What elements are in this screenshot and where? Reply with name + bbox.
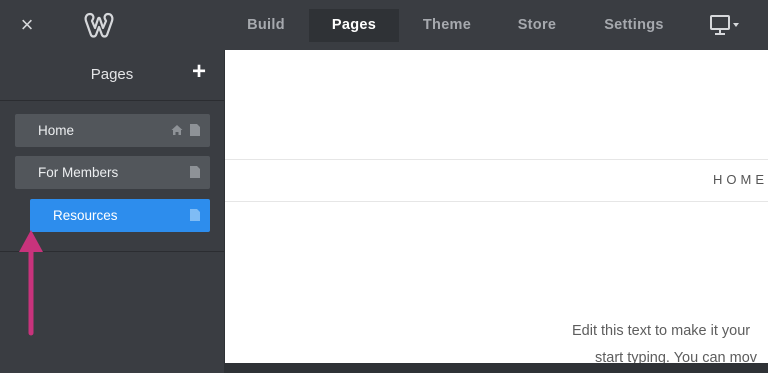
page-icon	[190, 209, 200, 221]
sidebar-divider	[0, 100, 224, 101]
header-divider	[225, 159, 768, 160]
weebly-logo-icon[interactable]	[84, 11, 114, 39]
annotation-arrow-icon	[19, 230, 43, 336]
page-item-label: For Members	[38, 165, 119, 180]
canvas-bottom-edge	[225, 363, 768, 373]
body-text-line[interactable]: Edit this text to make it your	[572, 323, 750, 339]
page-canvas[interactable]: HOME Edit this text to make it your star…	[225, 50, 768, 364]
tab-settings[interactable]: Settings	[594, 9, 674, 42]
monitor-dropdown-icon[interactable]	[708, 13, 744, 37]
page-item-resources[interactable]: Resources	[30, 199, 210, 232]
add-page-button[interactable]: +	[187, 60, 211, 84]
page-item-for-members[interactable]: For Members	[15, 156, 210, 189]
tab-theme[interactable]: Theme	[412, 9, 482, 42]
body-text-line[interactable]: start typing. You can mov	[595, 350, 757, 364]
home-icon	[171, 125, 183, 135]
tab-build[interactable]: Build	[236, 9, 296, 42]
page-item-home[interactable]: Home	[15, 114, 210, 147]
site-nav-home-link[interactable]: HOME	[713, 172, 768, 187]
page-item-label: Resources	[53, 208, 118, 223]
nav-divider	[225, 201, 768, 202]
tab-pages[interactable]: Pages	[309, 9, 399, 42]
page-item-label: Home	[38, 123, 75, 138]
page-icon	[190, 166, 200, 178]
tab-store[interactable]: Store	[505, 9, 569, 42]
page-icon	[190, 124, 200, 136]
top-toolbar: × Build Pages Theme Store Settings	[0, 0, 768, 50]
close-icon[interactable]: ×	[14, 12, 40, 38]
